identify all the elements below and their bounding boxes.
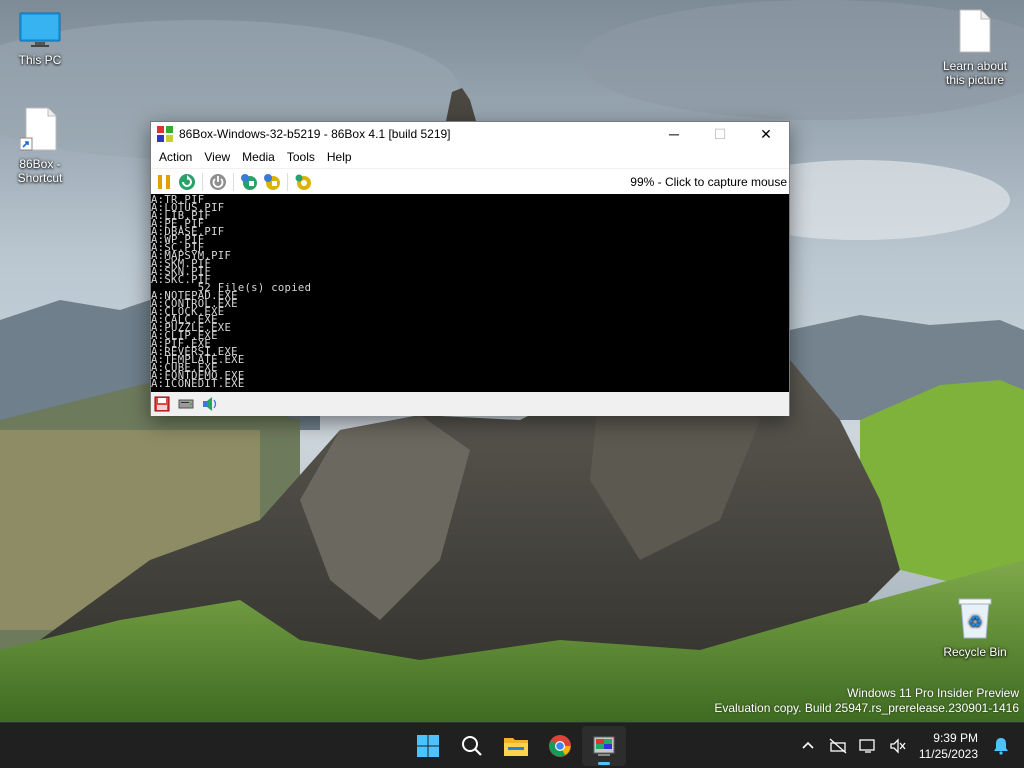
menu-tools[interactable]: Tools [281, 146, 321, 168]
console-output: A:TR.PIF A:LOTUS.PIF A:LIB.PIF A:PE.PIF … [151, 194, 312, 390]
power-icon[interactable] [209, 173, 227, 191]
close-button[interactable]: ✕ [743, 122, 789, 146]
capture-mouse-status: 99% - Click to capture mouse [630, 174, 787, 189]
taskbar-apps [406, 723, 626, 768]
menu-view[interactable]: View [198, 146, 236, 168]
settings-icon[interactable] [294, 173, 312, 191]
86box-icon[interactable] [582, 726, 626, 766]
status-bar [151, 392, 789, 416]
floppy-drive-icon[interactable] [153, 395, 171, 413]
toolbar-separator [287, 172, 288, 191]
shortcut-file-icon [0, 106, 80, 155]
start-icon[interactable] [406, 726, 450, 766]
86box-app-icon [157, 126, 173, 142]
chevron-up-icon[interactable] [793, 731, 823, 761]
desktop-icon-label: 86Box - Shortcut [17, 157, 63, 185]
reset-icon[interactable] [178, 173, 196, 191]
search-icon[interactable] [450, 726, 494, 766]
chrome-icon[interactable] [538, 726, 582, 766]
svg-text:♻: ♻ [968, 612, 982, 631]
recycle-bin-icon: ♻ [935, 596, 1015, 643]
toolbar-separator [202, 172, 203, 191]
watermark-build: Evaluation copy. Build 25947.rs_prerelea… [714, 701, 1019, 715]
maximize-button[interactable]: ☐ [697, 122, 743, 146]
window-titlebar[interactable]: 86Box-Windows-32-b5219 - 86Box 4.1 [buil… [151, 122, 789, 146]
sound-icon[interactable] [201, 395, 219, 413]
toolbar-separator [233, 172, 234, 191]
menu-bar: Action View Media Tools Help [151, 146, 789, 168]
monitor-icon [0, 12, 80, 51]
windows-evaluation-watermark: Windows 11 Pro Insider Preview Evaluatio… [714, 686, 1019, 716]
taskbar: 9:39 PM 11/25/2023 [0, 722, 1024, 768]
volume-muted-icon[interactable] [883, 731, 913, 761]
desktop-icon-label: Learn about this picture [942, 59, 1008, 87]
minimize-button[interactable]: ─ [651, 122, 697, 146]
clock-time: 9:39 PM [933, 731, 978, 745]
ctrl-alt-del-icon[interactable] [240, 173, 258, 191]
file-icon [935, 8, 1015, 57]
watermark-edition: Windows 11 Pro Insider Preview [847, 686, 1019, 700]
display-icon[interactable] [853, 731, 883, 761]
ctrl-alt-esc-icon[interactable] [263, 173, 281, 191]
notification-bell-icon[interactable] [986, 731, 1016, 761]
desktop-icon-label: This PC [18, 53, 62, 67]
network-icon[interactable] [823, 731, 853, 761]
toolbar: 99% - Click to capture mouse [151, 168, 789, 194]
86box-window[interactable]: 86Box-Windows-32-b5219 - 86Box 4.1 [buil… [150, 121, 790, 416]
clock[interactable]: 9:39 PM 11/25/2023 [913, 730, 986, 762]
clock-date: 11/25/2023 [918, 747, 978, 761]
desktop-icon-learn-about-picture[interactable]: Learn about this picture [935, 8, 1015, 87]
desktop-icon-label: Recycle Bin [943, 645, 1007, 659]
window-title: 86Box-Windows-32-b5219 - 86Box 4.1 [buil… [179, 127, 451, 141]
desktop-icon-86box-shortcut[interactable]: 86Box - Shortcut [0, 106, 80, 185]
hard-disk-icon[interactable] [177, 395, 195, 413]
file-explorer-icon[interactable] [494, 726, 538, 766]
menu-help[interactable]: Help [321, 146, 358, 168]
menu-media[interactable]: Media [236, 146, 281, 168]
desktop-icon-this-pc[interactable]: This PC [0, 12, 80, 67]
system-tray: 9:39 PM 11/25/2023 [793, 723, 1024, 768]
desktop-icon-recycle-bin[interactable]: ♻ Recycle Bin [935, 596, 1015, 659]
menu-action[interactable]: Action [153, 146, 198, 168]
emulator-screen[interactable]: A:TR.PIF A:LOTUS.PIF A:LIB.PIF A:PE.PIF … [151, 194, 789, 392]
pause-icon[interactable] [155, 173, 173, 191]
